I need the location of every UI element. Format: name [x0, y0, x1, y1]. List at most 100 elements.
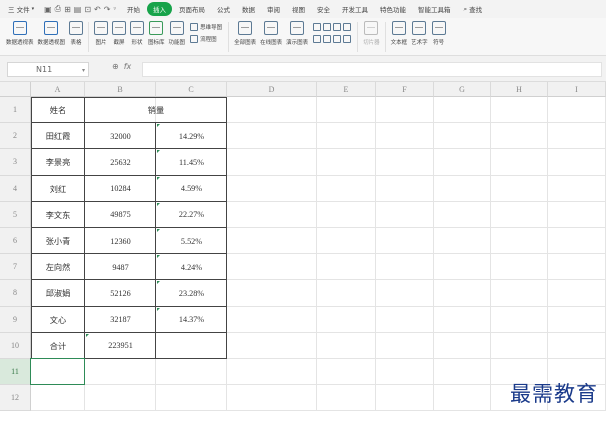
cell-sales[interactable]: 12360: [85, 228, 156, 254]
column-header-b[interactable]: B: [85, 82, 156, 97]
cell-sales[interactable]: 32000: [85, 123, 156, 149]
row-header-4[interactable]: 4: [0, 175, 31, 202]
row-header-9[interactable]: 9: [0, 306, 31, 333]
row-header-3[interactable]: 3: [0, 149, 31, 176]
cell-name[interactable]: 合计: [31, 333, 85, 359]
print-preview-icon[interactable]: ⎙: [55, 4, 61, 14]
row-header-6[interactable]: 6: [0, 228, 31, 255]
cell-name[interactable]: 李文东: [31, 202, 85, 228]
row-header-5[interactable]: 5: [0, 201, 31, 228]
format-painter-icon[interactable]: ⊡: [84, 5, 91, 14]
combo-chart-icon[interactable]: [333, 35, 342, 43]
cell-name[interactable]: 张小青: [31, 228, 85, 254]
cell-a1[interactable]: 姓名: [31, 97, 85, 123]
pie-chart-icon[interactable]: [343, 23, 352, 31]
row-header-8[interactable]: 8: [0, 280, 31, 307]
cell-sales[interactable]: 49875: [85, 202, 156, 228]
undo-icon[interactable]: ↶: [94, 5, 101, 14]
cell-name[interactable]: 邱淑娟: [31, 280, 85, 306]
cell-percent[interactable]: 4.59%: [156, 176, 227, 202]
cell-b1-merged[interactable]: 销量: [85, 97, 227, 123]
chevron-down-icon[interactable]: ▾: [82, 67, 85, 74]
cell-percent[interactable]: 4.24%: [156, 254, 227, 280]
shapes-button[interactable]: 形状: [128, 18, 146, 46]
cell-name[interactable]: 刘红: [31, 176, 85, 202]
area-chart-icon[interactable]: [333, 23, 342, 31]
file-menu[interactable]: 三 文件 ▾: [0, 4, 38, 14]
pivot-table-button[interactable]: 数据透视表: [4, 18, 36, 46]
search-box[interactable]: ⌕ 查找: [457, 4, 482, 15]
column-header-f[interactable]: F: [376, 82, 434, 97]
tab-2[interactable]: 页面布局: [174, 2, 210, 16]
stock-chart-icon[interactable]: [343, 35, 352, 43]
cell-name[interactable]: 左向然: [31, 254, 85, 280]
column-header-i[interactable]: I: [548, 82, 606, 97]
cell-percent[interactable]: 11.45%: [156, 149, 227, 175]
cell-percent[interactable]: 23.28%: [156, 280, 227, 306]
column-header-c[interactable]: C: [156, 82, 227, 97]
cell-name[interactable]: 李景亮: [31, 149, 85, 175]
tab-6[interactable]: 视图: [287, 2, 310, 16]
pivot-chart-button[interactable]: 数据透视图: [36, 18, 68, 46]
cell-sales[interactable]: 52126: [85, 280, 156, 306]
word-art-button[interactable]: 艺术字: [409, 18, 430, 46]
tab-8[interactable]: 开发工具: [337, 2, 373, 16]
radar-chart-icon[interactable]: [323, 35, 332, 43]
symbol-button[interactable]: 符号: [430, 18, 448, 46]
cell-percent[interactable]: 14.37%: [156, 307, 227, 333]
row-header-10[interactable]: 10: [0, 332, 31, 359]
row-header-11[interactable]: 11: [0, 359, 31, 386]
customize-icon[interactable]: ▿: [113, 6, 116, 12]
line-chart-icon[interactable]: [323, 23, 332, 31]
tab-4[interactable]: 数据: [237, 2, 260, 16]
all-charts-button[interactable]: 全部图表: [232, 18, 258, 46]
cell-sales[interactable]: 10284: [85, 176, 156, 202]
cell-percent[interactable]: 14.29%: [156, 123, 227, 149]
column-header-e[interactable]: E: [317, 82, 376, 97]
tab-0[interactable]: 开始: [122, 2, 145, 16]
cell-percent[interactable]: 22.27%: [156, 202, 227, 228]
text-box-button[interactable]: 文本框: [389, 18, 410, 46]
row-header-2[interactable]: 2: [0, 123, 31, 150]
scatter-chart-icon[interactable]: [313, 35, 322, 43]
zoom-search-icon[interactable]: ⊕: [112, 62, 119, 71]
redo-icon[interactable]: ↷: [104, 5, 111, 14]
column-header-a[interactable]: A: [31, 82, 85, 97]
slicer-button[interactable]: 切片器: [361, 18, 382, 46]
cell-sales[interactable]: 32187: [85, 307, 156, 333]
cell-name[interactable]: 文心: [31, 307, 85, 333]
column-chart-icon[interactable]: [313, 23, 322, 31]
row-header-1[interactable]: 1: [0, 97, 31, 124]
selected-cell[interactable]: [30, 358, 85, 386]
cell-name[interactable]: 田红霞: [31, 123, 85, 149]
cell-sales[interactable]: 25632: [85, 149, 156, 175]
column-header-h[interactable]: H: [491, 82, 548, 97]
column-header-d[interactable]: D: [227, 82, 317, 97]
row-header-7[interactable]: 7: [0, 254, 31, 281]
row-header-12[interactable]: 12: [0, 385, 31, 412]
select-all-corner[interactable]: [0, 82, 31, 97]
export-icon[interactable]: ▤: [74, 5, 82, 14]
presentation-charts-button[interactable]: 演示图表: [284, 18, 310, 46]
function-chart-button[interactable]: 功能图: [167, 18, 188, 46]
tab-7[interactable]: 安全: [312, 2, 335, 16]
flowchart-button[interactable]: 流程图: [190, 35, 222, 43]
formula-input[interactable]: [142, 62, 602, 77]
icon-library-button[interactable]: 图标库: [146, 18, 167, 46]
tab-10[interactable]: 智能工具箱: [413, 2, 456, 16]
cell-percent[interactable]: 5.52%: [156, 228, 227, 254]
cell-sales[interactable]: 9487: [85, 254, 156, 280]
table-button[interactable]: 表格: [67, 18, 85, 46]
online-charts-button[interactable]: 在线图表: [258, 18, 284, 46]
print-icon[interactable]: ⊞: [64, 5, 71, 14]
cell-percent[interactable]: [156, 333, 227, 359]
tab-3[interactable]: 公式: [212, 2, 235, 16]
picture-button[interactable]: 图片: [92, 18, 110, 46]
save-icon[interactable]: ▣: [44, 5, 52, 14]
tab-1[interactable]: 插入: [146, 2, 172, 16]
tab-9[interactable]: 特色功能: [375, 2, 411, 16]
cell-sales[interactable]: 223951: [85, 333, 156, 359]
mind-map-button[interactable]: 思维导图: [190, 23, 222, 31]
name-box[interactable]: N11 ▾: [7, 62, 89, 77]
screenshot-button[interactable]: 截屏: [110, 18, 128, 46]
